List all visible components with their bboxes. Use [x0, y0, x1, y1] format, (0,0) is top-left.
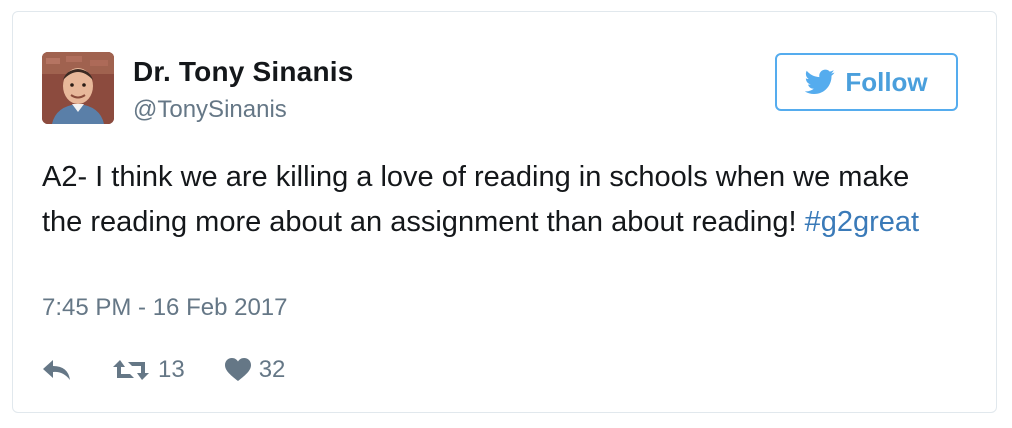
tweet-body: A2- I think we are killing a love of rea…: [42, 161, 910, 238]
retweet-button[interactable]: 13: [112, 356, 185, 384]
retweet-icon: [113, 360, 149, 380]
reply-button[interactable]: [42, 358, 72, 382]
twitter-bird-icon: [805, 69, 835, 94]
like-button[interactable]: 32: [224, 356, 286, 384]
author-display-name[interactable]: Dr. Tony Sinanis: [133, 56, 354, 88]
avatar-photo: [42, 52, 114, 124]
author-handle[interactable]: @TonySinanis: [133, 96, 287, 124]
follow-button[interactable]: Follow: [775, 53, 958, 111]
avatar[interactable]: [42, 52, 114, 124]
tweet-card: Dr. Tony Sinanis @TonySinanis Follow A2-…: [12, 11, 997, 413]
tweet-text: A2- I think we are killing a love of rea…: [42, 155, 942, 245]
retweet-count: 13: [158, 356, 185, 383]
tweet-timestamp[interactable]: 7:45 PM - 16 Feb 2017: [42, 294, 287, 322]
heart-icon: [224, 358, 251, 381]
reply-icon: [43, 360, 70, 380]
follow-button-label: Follow: [845, 66, 928, 97]
like-count: 32: [258, 356, 286, 383]
hashtag-link[interactable]: #g2great: [805, 206, 920, 238]
tweet-actions: 13 32: [42, 350, 285, 390]
